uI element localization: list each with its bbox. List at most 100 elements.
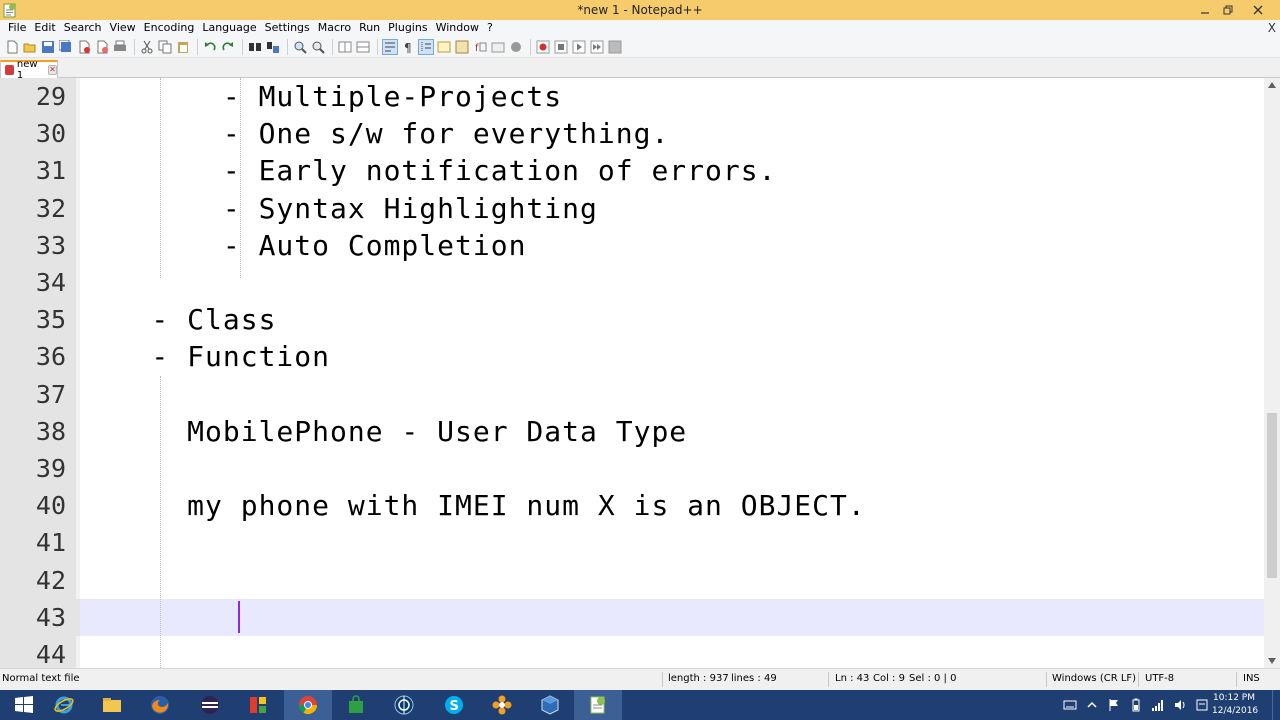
taskbar-clock[interactable]: 10:12 PM 12/4/2016	[1212, 692, 1258, 718]
find-icon[interactable]	[247, 39, 263, 55]
doc-map-icon[interactable]	[454, 39, 470, 55]
document-tab-new-1[interactable]: new 1 ✕	[0, 59, 58, 81]
keyboard-icon[interactable]	[1062, 697, 1078, 713]
taskbar-internet-explorer[interactable]	[40, 690, 88, 720]
menu-plugins[interactable]: Plugins	[384, 20, 431, 36]
close-document-button[interactable]: X	[1268, 20, 1276, 36]
editor-line[interactable]: 29 - Multiple-Projects	[0, 78, 1264, 115]
run-macro-multiple-icon[interactable]	[589, 39, 605, 55]
action-center-icon[interactable]	[1194, 697, 1210, 713]
editor-line[interactable]: 38 MobilePhone - User Data Type	[0, 413, 1264, 450]
indent-guide-icon[interactable]	[418, 38, 434, 55]
line-text[interactable]: - Function	[80, 338, 330, 375]
editor-line[interactable]: 32 - Syntax Highlighting	[0, 190, 1264, 227]
print-icon[interactable]	[112, 39, 128, 55]
taskbar-eclipse[interactable]	[186, 690, 234, 720]
show-desktop-button[interactable]	[1272, 690, 1280, 720]
line-text[interactable]: MobilePhone - User Data Type	[80, 413, 687, 450]
title-bar[interactable]: *new 1 - Notepad++	[0, 0, 1280, 20]
editor-line[interactable]: 40 my phone with IMEI num X is an OBJECT…	[0, 487, 1264, 524]
open-file-icon[interactable]	[22, 39, 38, 55]
close-tab-icon[interactable]: ✕	[47, 65, 58, 75]
menu-macro[interactable]: Macro	[314, 20, 355, 36]
taskbar-media-app[interactable]	[234, 690, 282, 720]
menu-edit[interactable]: Edit	[30, 20, 59, 36]
taskbar-settings-flower-app[interactable]	[478, 690, 526, 720]
taskbar-virtualbox[interactable]	[526, 690, 574, 720]
scroll-up-arrow[interactable]	[1264, 78, 1280, 92]
editor-line[interactable]: 37	[0, 376, 1264, 413]
replace-icon[interactable]	[265, 39, 281, 55]
taskbar-notepad-plus-plus[interactable]	[574, 690, 622, 720]
line-text[interactable]: my phone with IMEI num X is an OBJECT.	[80, 487, 866, 524]
vertical-scrollbar[interactable]	[1264, 78, 1280, 668]
taskbar-file-explorer[interactable]	[88, 690, 136, 720]
menu-language[interactable]: Language	[198, 20, 260, 36]
text-editor[interactable]: 29 - Multiple-Projects 30 - One s/w for e…	[0, 78, 1280, 668]
word-wrap-icon[interactable]	[382, 38, 398, 55]
status-eol-format[interactable]: Windows (CR LF)	[1052, 673, 1136, 684]
taskbar-network-app[interactable]	[380, 690, 428, 720]
close-file-icon[interactable]	[76, 39, 92, 55]
status-encoding[interactable]: UTF-8	[1145, 673, 1174, 684]
battery-icon[interactable]	[1128, 697, 1144, 713]
line-text[interactable]: - Syntax Highlighting	[80, 190, 598, 227]
line-text[interactable]: - One s/w for everything.	[80, 115, 669, 152]
line-text[interactable]: - Multiple-Projects	[80, 78, 562, 115]
paste-icon[interactable]	[175, 39, 191, 55]
chevron-up-icon[interactable]	[1084, 697, 1100, 713]
menu-help[interactable]: ?	[483, 20, 497, 36]
folder-as-workspace-icon[interactable]	[490, 39, 506, 55]
menu-window[interactable]: Window	[432, 20, 483, 36]
volume-icon[interactable]	[1172, 697, 1188, 713]
taskbar-skype[interactable]: S	[430, 690, 478, 720]
sync-vertical-icon[interactable]	[337, 39, 353, 55]
restore-button[interactable]	[1213, 0, 1243, 20]
editor-line[interactable]: 36 - Function	[0, 338, 1264, 375]
editor-line[interactable]: 39	[0, 450, 1264, 487]
wifi-signal-icon[interactable]	[1150, 697, 1166, 713]
editor-line[interactable]: 42	[0, 562, 1264, 599]
monitoring-icon[interactable]	[508, 39, 524, 55]
editor-line[interactable]: 31 - Early notification of errors.	[0, 152, 1264, 189]
sync-horizontal-icon[interactable]	[355, 39, 371, 55]
redo-icon[interactable]	[220, 39, 236, 55]
show-all-chars-icon[interactable]: ¶	[400, 39, 416, 55]
editor-line[interactable]: 33 - Auto Completion	[0, 227, 1264, 264]
new-file-icon[interactable]	[4, 39, 20, 55]
user-lang-icon[interactable]	[436, 39, 452, 55]
stop-macro-icon[interactable]	[553, 39, 569, 55]
save-macro-icon[interactable]	[607, 39, 623, 55]
cut-icon[interactable]	[139, 39, 155, 55]
close-window-button[interactable]	[1243, 0, 1273, 20]
taskbar-firefox[interactable]	[136, 690, 184, 720]
function-list-icon[interactable]: f	[472, 39, 488, 55]
save-all-icon[interactable]	[58, 39, 74, 55]
copy-icon[interactable]	[157, 39, 173, 55]
menu-settings[interactable]: Settings	[261, 20, 314, 36]
undo-icon[interactable]	[202, 39, 218, 55]
line-text[interactable]: - Class	[80, 301, 276, 338]
line-text[interactable]: - Auto Completion	[80, 227, 526, 264]
status-insert-mode[interactable]: INS	[1243, 673, 1260, 684]
editor-line[interactable]: 41	[0, 524, 1264, 561]
editor-line[interactable]: 43	[0, 598, 1264, 636]
close-all-icon[interactable]	[94, 39, 110, 55]
flag-icon[interactable]	[1106, 697, 1122, 713]
menu-run[interactable]: Run	[355, 20, 384, 36]
taskbar-chrome[interactable]	[284, 690, 332, 720]
taskbar-shopping-bag[interactable]	[332, 690, 380, 720]
editor-line[interactable]: 34	[0, 264, 1264, 301]
zoom-out-icon[interactable]	[310, 39, 326, 55]
play-macro-icon[interactable]	[571, 39, 587, 55]
scrollbar-thumb[interactable]	[1267, 413, 1277, 578]
save-icon[interactable]	[40, 39, 56, 55]
editor-line[interactable]: 44	[0, 636, 1264, 668]
line-text[interactable]: - Early notification of errors.	[80, 152, 776, 189]
menu-encoding[interactable]: Encoding	[140, 20, 199, 36]
menu-view[interactable]: View	[106, 20, 140, 36]
record-macro-icon[interactable]	[535, 39, 551, 55]
editor-line[interactable]: 35 - Class	[0, 301, 1264, 338]
menu-search[interactable]: Search	[60, 20, 106, 36]
editor-line[interactable]: 30 - One s/w for everything.	[0, 115, 1264, 152]
